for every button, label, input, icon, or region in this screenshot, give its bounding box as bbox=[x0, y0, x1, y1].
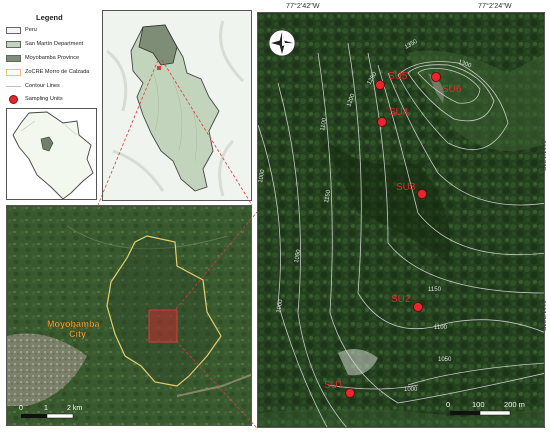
su1-marker bbox=[345, 388, 355, 398]
moyobamba-swatch bbox=[6, 54, 21, 62]
coord-top-left: 77°2'42"W bbox=[286, 1, 320, 10]
sampling-unit-swatch bbox=[9, 94, 18, 104]
study-area-box bbox=[148, 309, 178, 343]
contour-label-1150-right: 1150 bbox=[428, 287, 442, 293]
su2-label: SU2 bbox=[391, 294, 411, 305]
su6-marker bbox=[431, 72, 441, 82]
main-scale-tick-2: 200 m bbox=[504, 400, 525, 409]
main-scale-tick-1: 100 bbox=[472, 400, 485, 409]
legend: Legend Peru San Martín Department Moyoba… bbox=[2, 8, 98, 104]
north-arrow-icon bbox=[268, 29, 296, 57]
contour-label-1100-right: 1100 bbox=[434, 325, 448, 331]
sat-scale-tick-2: 2 km bbox=[67, 405, 82, 412]
su5-label: SU5 bbox=[388, 71, 408, 82]
coord-top-right: 77°2'24"W bbox=[478, 1, 512, 10]
peru-swatch bbox=[6, 26, 21, 34]
legend-item-contours: Contour Lines bbox=[6, 81, 60, 91]
sat-scale-tick-1: 1 bbox=[44, 405, 48, 412]
legend-title: Legend bbox=[36, 13, 63, 22]
coord-right-lower: 6°11'30"S bbox=[539, 300, 548, 332]
zocre-swatch bbox=[6, 68, 21, 76]
legend-item-peru: Peru bbox=[6, 25, 37, 35]
san-martin-inset-map bbox=[102, 10, 252, 201]
satellite-inset-map: Moyobamba City 0 1 2 km bbox=[6, 205, 252, 426]
peru-outline-svg bbox=[7, 109, 96, 199]
su2-marker bbox=[413, 302, 423, 312]
legend-item-sampling: Sampling Units bbox=[6, 94, 63, 104]
legend-label-sampling: Sampling Units bbox=[25, 96, 63, 102]
legend-item-moyobamba: Moyobamba Province bbox=[6, 53, 79, 63]
su5-marker bbox=[375, 80, 385, 90]
coord-right-upper: 6°11'12"S bbox=[539, 140, 548, 172]
san-martin-swatch bbox=[6, 40, 21, 48]
san-martin-svg bbox=[103, 11, 251, 200]
su3-marker bbox=[417, 189, 427, 199]
city-label-line1: Moyobamba bbox=[47, 319, 101, 329]
su4-marker bbox=[377, 117, 387, 127]
legend-label-zocre: ZoCRE Morro de Calzada bbox=[25, 69, 90, 75]
contour-label-1050-right: 1050 bbox=[438, 357, 452, 363]
legend-label-peru: Peru bbox=[25, 27, 37, 33]
sat-scale-tick-0: 0 bbox=[19, 405, 23, 412]
main-study-area-map: 1000 1050 1100 1150 1200 1250 1300 1350 … bbox=[257, 12, 545, 428]
legend-item-zocre: ZoCRE Morro de Calzada bbox=[6, 67, 89, 77]
legend-label-san-martin: San Martín Department bbox=[25, 41, 84, 47]
main-map-svg: 1000 1050 1100 1150 1200 1250 1300 1350 … bbox=[258, 13, 544, 427]
satellite-inset-svg: Moyobamba City 0 1 2 km bbox=[7, 206, 251, 425]
legend-item-san-martin: San Martín Department bbox=[6, 39, 83, 49]
su1-label: SU1 bbox=[324, 380, 344, 391]
su3-label: SU3 bbox=[396, 182, 416, 193]
study-area-marker bbox=[157, 66, 161, 70]
su4-label: SU4 bbox=[389, 107, 409, 118]
city-label-line2: City bbox=[69, 329, 86, 339]
main-scale-tick-0: 0 bbox=[446, 400, 450, 409]
contour-swatch bbox=[6, 85, 21, 87]
legend-label-moyobamba: Moyobamba Province bbox=[25, 55, 80, 61]
su6-label: SU6 bbox=[442, 84, 462, 95]
legend-label-contours: Contour Lines bbox=[25, 83, 60, 89]
peru-inset-map bbox=[6, 108, 97, 200]
contour-label-1000-bottom: 1000 bbox=[404, 387, 418, 393]
